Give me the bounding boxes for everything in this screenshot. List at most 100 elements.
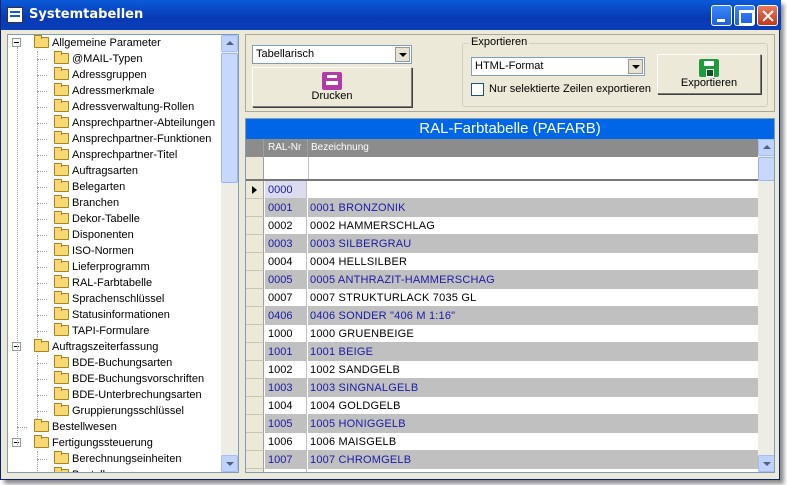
cell-bezeichnung[interactable]: 1007 CHROMGELB (308, 451, 758, 469)
tree-item[interactable]: Ansprechpartner-Titel (8, 147, 220, 163)
tree-item[interactable]: Bestellungen (8, 467, 220, 472)
table-row[interactable]: 0007 0007 STRUKTURLACK 7035 GL (246, 289, 758, 307)
row-indicator[interactable] (246, 415, 264, 433)
tree-item[interactable]: BDE-Buchungsarten (8, 355, 220, 371)
column-header-ral-nr[interactable]: RAL-Nr (265, 139, 308, 157)
table-row[interactable]: 1001 1001 BEIGE (246, 343, 758, 361)
tree-item[interactable]: @MAIL-Typen (8, 51, 220, 67)
tree-item[interactable]: Belegarten (8, 179, 220, 195)
cell-ral-nr[interactable] (265, 469, 307, 472)
cell-ral-nr[interactable]: 1003 (265, 379, 307, 397)
cell-bezeichnung[interactable] (308, 469, 758, 472)
cell-bezeichnung[interactable]: 0002 HAMMERSCHLAG (308, 217, 758, 235)
view-select[interactable]: Tabellarisch (252, 45, 412, 64)
tree-item[interactable]: ISO-Normen (8, 243, 220, 259)
cell-bezeichnung[interactable]: 1001 BEIGE (308, 343, 758, 361)
cell-bezeichnung[interactable]: 1005 HONIGGELB (308, 415, 758, 433)
table-row[interactable]: 0000 (246, 181, 758, 199)
scroll-thumb[interactable] (221, 53, 238, 183)
row-indicator[interactable] (246, 289, 264, 307)
table-row[interactable]: 0004 0004 HELLSILBER (246, 253, 758, 271)
tree-item[interactable]: Fertigungssteuerung (8, 435, 220, 451)
tree-item[interactable]: Ansprechpartner-Funktionen (8, 131, 220, 147)
collapse-icon[interactable] (12, 38, 21, 47)
table-row[interactable] (246, 469, 758, 472)
table-row[interactable]: 0406 0406 SONDER "406 M 1:16" (246, 307, 758, 325)
cell-bezeichnung[interactable]: 0004 HELLSILBER (308, 253, 758, 271)
row-indicator[interactable] (246, 433, 264, 451)
close-button[interactable] (757, 5, 778, 26)
cell-bezeichnung[interactable]: 1000 GRUENBEIGE (308, 325, 758, 343)
tree-item[interactable]: RAL-Farbtabelle (8, 275, 220, 291)
scroll-down-button[interactable] (221, 455, 238, 472)
row-indicator[interactable] (246, 361, 264, 379)
cell-bezeichnung[interactable]: 1004 GOLDGELB (308, 397, 758, 415)
column-header-bezeichnung[interactable]: Bezeichnung (308, 139, 758, 157)
table-row[interactable]: 1004 1004 GOLDGELB (246, 397, 758, 415)
only-selected-checkbox[interactable] (471, 83, 484, 96)
export-format-select[interactable]: HTML-Format (471, 57, 645, 76)
chevron-down-icon[interactable] (628, 59, 643, 74)
tree-item[interactable]: Dekor-Tabelle (8, 211, 220, 227)
cell-ral-nr[interactable]: 0005 (265, 271, 307, 289)
tree-item[interactable]: Disponenten (8, 227, 220, 243)
row-indicator[interactable] (246, 253, 264, 271)
tree-item[interactable]: Allgemeine Parameter (8, 35, 220, 51)
export-button[interactable]: Exportieren (657, 54, 761, 94)
table-row[interactable]: 0003 0003 SILBERGRAU (246, 235, 758, 253)
scroll-up-button[interactable] (758, 139, 774, 156)
grid-scrollbar[interactable] (758, 139, 774, 472)
tree-item[interactable]: Auftragsarten (8, 163, 220, 179)
cell-ral-nr[interactable]: 0000 (265, 181, 307, 199)
row-indicator[interactable] (246, 307, 264, 325)
tree-item[interactable]: Ansprechpartner-Abteilungen (8, 115, 220, 131)
title-bar[interactable]: Systemtabellen (1, 0, 781, 30)
row-indicator[interactable] (246, 325, 264, 343)
scroll-up-button[interactable] (221, 35, 238, 52)
cell-ral-nr[interactable]: 1005 (265, 415, 307, 433)
row-indicator[interactable] (246, 181, 264, 199)
cell-ral-nr[interactable]: 1002 (265, 361, 307, 379)
table-row[interactable]: 0001 0001 BRONZONIK (246, 199, 758, 217)
tree-item[interactable]: BDE-Unterbrechungsarten (8, 387, 220, 403)
row-indicator[interactable] (246, 217, 264, 235)
table-row[interactable]: 1002 1002 SANDGELB (246, 361, 758, 379)
tree-item[interactable]: Branchen (8, 195, 220, 211)
chevron-down-icon[interactable] (395, 47, 410, 62)
scroll-thumb[interactable] (758, 157, 774, 181)
cell-ral-nr[interactable]: 1001 (265, 343, 307, 361)
row-indicator[interactable] (246, 451, 264, 469)
row-indicator[interactable] (246, 343, 264, 361)
filter-row[interactable] (246, 157, 758, 181)
cell-ral-nr[interactable]: 1006 (265, 433, 307, 451)
maximize-button[interactable] (734, 5, 755, 26)
tree-item[interactable]: Bestellwesen (8, 419, 220, 435)
cell-ral-nr[interactable]: 0004 (265, 253, 307, 271)
cell-ral-nr[interactable]: 1000 (265, 325, 307, 343)
cell-bezeichnung[interactable]: 0001 BRONZONIK (308, 199, 758, 217)
minimize-button[interactable] (711, 5, 732, 26)
cell-bezeichnung[interactable]: 1006 MAISGELB (308, 433, 758, 451)
row-indicator[interactable] (246, 379, 264, 397)
print-button[interactable]: Drucken (252, 67, 412, 107)
table-row[interactable]: 1005 1005 HONIGGELB (246, 415, 758, 433)
table-row[interactable]: 1003 1003 SINGNALGELB (246, 379, 758, 397)
table-row[interactable]: 0002 0002 HAMMERSCHLAG (246, 217, 758, 235)
tree-item[interactable]: Auftragszeiterfassung (8, 339, 220, 355)
tree-item[interactable]: Statusinformationen (8, 307, 220, 323)
table-row[interactable]: 1007 1007 CHROMGELB (246, 451, 758, 469)
cell-bezeichnung[interactable] (308, 181, 758, 199)
table-row[interactable]: 0005 0005 ANTHRAZIT-HAMMERSCHAG (246, 271, 758, 289)
cell-bezeichnung[interactable]: 0003 SILBERGRAU (308, 235, 758, 253)
cell-bezeichnung[interactable]: 1003 SINGNALGELB (308, 379, 758, 397)
row-indicator[interactable] (246, 199, 264, 217)
tree-item[interactable]: Adressverwaltung-Rollen (8, 99, 220, 115)
table-row[interactable]: 1006 1006 MAISGELB (246, 433, 758, 451)
scroll-down-button[interactable] (758, 455, 774, 472)
tree-item[interactable]: Sprachenschlüssel (8, 291, 220, 307)
cell-ral-nr[interactable]: 0003 (265, 235, 307, 253)
row-indicator[interactable] (246, 235, 264, 253)
tree-item[interactable]: Adressgruppen (8, 67, 220, 83)
cell-bezeichnung[interactable]: 0406 SONDER "406 M 1:16" (308, 307, 758, 325)
cell-ral-nr[interactable]: 0406 (265, 307, 307, 325)
